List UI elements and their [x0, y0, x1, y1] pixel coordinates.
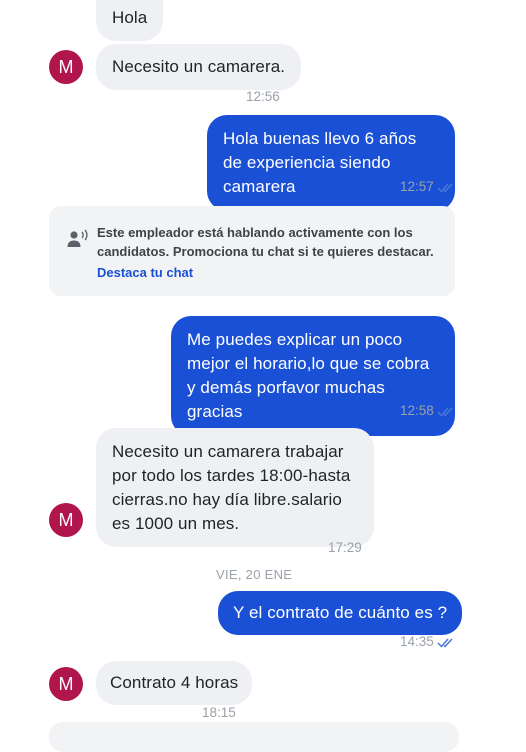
message-time: 12:57 [400, 179, 434, 194]
avatar[interactable]: M [49, 667, 83, 701]
day-divider: VIE, 20 ENE [216, 567, 293, 582]
message-text: Contrato 4 horas [110, 673, 239, 692]
person-speaking-icon [67, 229, 88, 247]
message-text: Necesito un camarera trabajar por todo l… [112, 442, 351, 533]
message-time-row: 14:35 [400, 634, 456, 650]
promote-chat-link[interactable]: Destaca tu chat [97, 263, 193, 282]
avatar[interactable]: M [49, 50, 83, 84]
message-outgoing[interactable]: Hola buenas llevo 6 años de experiencia … [207, 115, 455, 211]
message-text: Hola [112, 8, 148, 27]
message-text: Me puedes explicar un poco mejor el hora… [187, 330, 430, 421]
notice-text: Este empleador está hablando activamente… [97, 225, 434, 259]
avatar-letter: M [58, 674, 74, 694]
message-text: Necesito un camarera. [112, 57, 286, 76]
avatar[interactable]: M [49, 503, 83, 537]
message-time: 17:29 [328, 540, 362, 555]
promotion-notice: Este empleador está hablando activamente… [49, 206, 455, 296]
message-incoming[interactable]: Necesito un camarera trabajar por todo l… [96, 428, 374, 547]
message-time-row: 12:57 [400, 179, 456, 195]
message-time: 12:58 [400, 403, 434, 418]
avatar-letter: M [58, 510, 74, 530]
message-incoming[interactable]: Necesito un camarera. [96, 44, 302, 90]
message-time: 12:56 [246, 89, 280, 104]
message-text: Hola buenas llevo 6 años de experiencia … [223, 129, 417, 196]
avatar-letter: M [58, 57, 74, 77]
message-time: 18:15 [202, 705, 236, 720]
message-time-row: 12:58 [400, 403, 456, 419]
message-incoming[interactable]: Hola [96, 0, 164, 41]
double-check-icon [437, 182, 453, 193]
message-incoming[interactable]: Contrato 4 horas [96, 661, 253, 705]
next-message-partial [49, 722, 459, 752]
message-outgoing[interactable]: Y el contrato de cuánto es ? [218, 591, 463, 635]
double-check-icon [437, 406, 453, 417]
double-check-icon [437, 637, 453, 648]
message-text: Y el contrato de cuánto es ? [233, 603, 448, 622]
message-time: 14:35 [400, 634, 434, 649]
